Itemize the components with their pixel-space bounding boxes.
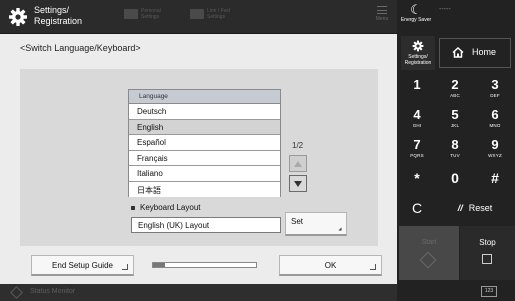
clear-key-label: C: [411, 200, 423, 216]
setup-progress-bar: [152, 262, 257, 268]
key-2[interactable]: 2 ABC: [437, 74, 473, 102]
key-7-digit: 7: [413, 137, 421, 152]
key-hash-symbol: #: [491, 170, 499, 186]
settings-key-label: Settings/ Registration: [404, 54, 432, 66]
start-key[interactable]: Start: [399, 226, 459, 280]
corner-mark-icon: [370, 264, 376, 270]
key-asterisk[interactable]: *: [399, 164, 435, 192]
key-3[interactable]: 3 DEF: [477, 74, 513, 102]
set-button-label: Set: [291, 217, 304, 226]
key-4-digit: 4: [413, 107, 421, 122]
arrow-down-icon: [294, 181, 302, 187]
language-item-deutsch[interactable]: Deutsch: [129, 104, 280, 120]
language-item-japanese[interactable]: 日本語: [129, 181, 280, 197]
status-monitor-icon: [10, 286, 23, 299]
clear-key[interactable]: C: [399, 194, 435, 222]
menu-label: Menu: [375, 16, 389, 22]
line-fwd-settings-label: Line / Fwd Settings: [207, 8, 231, 20]
personal-settings-label: Personal Settings: [141, 8, 161, 20]
menu-button: Menu: [372, 6, 392, 22]
key-2-digit: 2: [451, 77, 459, 92]
key-3-letters: DEF: [490, 93, 500, 98]
key-hash[interactable]: #: [477, 164, 513, 192]
gear-icon: [9, 8, 27, 26]
end-setup-guide-button[interactable]: End Setup Guide: [31, 255, 134, 276]
key-9-letters: WXYZ: [488, 153, 502, 158]
key-8[interactable]: 8 TUV: [437, 134, 473, 162]
gear-icon: [412, 40, 424, 52]
reset-key[interactable]: // Reset: [437, 194, 513, 222]
corner-mark-icon: [122, 264, 128, 270]
key-5[interactable]: 5 JKL: [437, 104, 473, 132]
key-6[interactable]: 6 MNO: [477, 104, 513, 132]
key-5-letters: JKL: [450, 123, 460, 128]
key-2-letters: ABC: [450, 93, 460, 98]
keyboard-layout-text: Keyboard Layout: [140, 203, 201, 212]
stop-icon: [482, 254, 492, 264]
key-9[interactable]: 9 WXYZ: [477, 134, 513, 162]
keyboard-layout-label: Keyboard Layout: [131, 203, 201, 212]
settings-registration-title[interactable]: Settings/ Registration: [34, 5, 124, 27]
language-item-italiano[interactable]: Italiano: [129, 166, 280, 182]
counter-check-key[interactable]: 123: [481, 286, 497, 297]
keyboard-layout-field: English (UK) Layout: [131, 217, 281, 233]
home-label: Home: [472, 47, 497, 57]
top-bar: Settings/ Registration Personal Settings…: [0, 0, 397, 34]
settings-registration-key[interactable]: Settings/ Registration: [401, 36, 435, 70]
language-list-header: Language: [129, 90, 280, 104]
personal-settings-tab: Personal Settings: [124, 8, 161, 20]
home-button[interactable]: Home: [439, 38, 511, 68]
arrow-up-icon: [294, 161, 302, 167]
key-8-letters: TUV: [450, 153, 460, 158]
ok-button[interactable]: OK: [279, 255, 382, 276]
language-item-francais[interactable]: Français: [129, 150, 280, 166]
key-3-digit: 3: [491, 77, 499, 92]
language-list: Language Deutsch English Español Françai…: [128, 89, 281, 197]
menu-icon: [377, 6, 387, 14]
stop-label: Stop: [479, 238, 496, 247]
start-label: Start: [421, 239, 437, 246]
key-8-digit: 8: [451, 137, 459, 152]
key-7-letters: PQRS: [410, 153, 424, 158]
scroll-up-button[interactable]: [289, 155, 307, 172]
key-6-letters: MNO: [489, 123, 501, 128]
start-icon: [419, 251, 437, 269]
reset-icon: //: [457, 203, 463, 213]
key-9-digit: 9: [491, 137, 499, 152]
language-item-english[interactable]: English: [129, 119, 280, 135]
breadcrumb: <Switch Language/Keyboard>: [20, 43, 141, 53]
status-monitor-bar[interactable]: Status Monitor: [0, 284, 397, 301]
line-fwd-settings-tab: Line / Fwd Settings: [190, 8, 230, 20]
key-4[interactable]: 4 GHI: [399, 104, 435, 132]
key-5-digit: 5: [451, 107, 459, 122]
reset-label: Reset: [468, 203, 493, 213]
main-screen: Settings/ Registration Personal Settings…: [0, 0, 397, 301]
home-icon: [452, 47, 464, 58]
personal-settings-icon: [124, 9, 138, 19]
line-fwd-settings-icon: [190, 9, 204, 19]
set-button[interactable]: Set: [285, 212, 347, 236]
key-1[interactable]: 1: [399, 74, 435, 102]
key-0[interactable]: 0: [437, 164, 473, 192]
ok-button-label: OK: [324, 261, 337, 270]
key-asterisk-symbol: *: [414, 170, 420, 186]
scroll-down-button[interactable]: [289, 175, 307, 192]
language-item-espanol[interactable]: Español: [129, 135, 280, 151]
bullet-icon: [131, 205, 135, 210]
energy-saver-label: Energy Saver: [400, 17, 432, 23]
page-indicator: 1/2: [292, 141, 304, 150]
status-dash: -----: [439, 6, 451, 13]
key-4-letters: GHI: [412, 123, 422, 128]
progress-fill: [153, 263, 166, 267]
moon-icon: ☾: [410, 2, 422, 17]
key-7[interactable]: 7 PQRS: [399, 134, 435, 162]
stop-key[interactable]: Stop: [460, 226, 515, 280]
key-1-digit: 1: [413, 77, 421, 92]
key-6-digit: 6: [491, 107, 499, 122]
end-setup-guide-label: End Setup Guide: [52, 261, 113, 270]
corner-mark-icon: [338, 227, 342, 231]
status-monitor-label: Status Monitor: [30, 288, 76, 295]
energy-saver-button[interactable]: ☾ Energy Saver: [399, 3, 433, 31]
key-0-digit: 0: [451, 170, 459, 186]
